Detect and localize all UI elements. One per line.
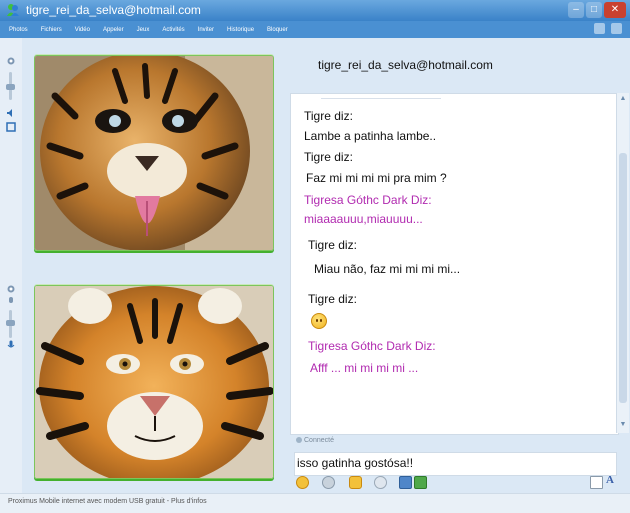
message-sender: Tigre diz: xyxy=(308,238,357,252)
message-text: miaaaauuu,miauuuu... xyxy=(304,212,423,226)
maximize-button[interactable]: □ xyxy=(586,2,602,18)
connection-status: Connecté xyxy=(296,437,334,444)
wink-picker-icon[interactable] xyxy=(349,476,362,489)
ad-status-bar: Proximus Mobile internet avec modem USB … xyxy=(0,493,630,513)
window-title: tigre_rei_da_selva@hotmail.com xyxy=(26,3,201,17)
message-sender: Tigre diz: xyxy=(304,150,353,164)
volume-knob-top[interactable] xyxy=(6,84,15,90)
connection-status-label: Connecté xyxy=(304,437,334,444)
menu-photos[interactable]: Photos xyxy=(9,27,28,33)
menu-activities[interactable]: Activités xyxy=(162,27,184,33)
scroll-thumb[interactable] xyxy=(619,153,627,403)
voice-clip-icon[interactable] xyxy=(322,476,335,489)
scroll-up-icon[interactable]: ▲ xyxy=(619,95,627,103)
conversation-history: Tigre diz: Lambe a patinha lambe.. Tigre… xyxy=(290,93,619,435)
title-bar: tigre_rei_da_selva@hotmail.com – □ ✕ xyxy=(0,0,630,21)
connected-icon xyxy=(296,437,302,444)
message-text: Miau não, faz mi mi mi mi... xyxy=(314,262,461,276)
smile-emoticon xyxy=(311,313,327,329)
close-button[interactable]: ✕ xyxy=(604,2,626,18)
message-input-text: isso gatinha gostósa!! xyxy=(297,456,414,470)
message-sender: Tigre diz: xyxy=(308,292,357,306)
speaker-icon[interactable] xyxy=(6,108,16,118)
message-text: Afff ... mi mi mi mi ... xyxy=(310,361,419,375)
scroll-down-icon[interactable]: ▼ xyxy=(619,421,627,429)
menu-call[interactable]: Appeler xyxy=(103,27,124,33)
font-icon[interactable]: A xyxy=(606,474,614,486)
volume-knob-bottom[interactable] xyxy=(6,320,15,326)
microphone-icon[interactable] xyxy=(6,340,16,350)
message-text: Faz mi mi mi mi pra mim ? xyxy=(306,171,447,185)
menu-history[interactable]: Historique xyxy=(227,27,254,33)
message-sender: Tigresa Góthc Dark Diz: xyxy=(304,193,432,207)
ad-link[interactable]: Proximus Mobile internet avec modem USB … xyxy=(8,498,207,505)
minimize-button[interactable]: – xyxy=(568,2,584,18)
conversation-scrollbar[interactable]: ▲ ▼ xyxy=(616,93,629,433)
settings-icon[interactable] xyxy=(611,23,622,34)
menu-invite[interactable]: Inviter xyxy=(198,27,214,33)
messenger-window: tigre_rei_da_selva@hotmail.com – □ ✕ Pho… xyxy=(0,0,630,513)
webcam-icon-bottom[interactable] xyxy=(6,284,16,294)
formatting-toolbar: A xyxy=(294,474,624,489)
own-display-picture[interactable] xyxy=(34,285,274,479)
handwriting-icon[interactable] xyxy=(590,476,603,489)
menu-block[interactable]: Bloquer xyxy=(267,27,288,33)
nudge-icon[interactable] xyxy=(374,476,387,489)
tiger-tongue-image xyxy=(35,56,273,250)
menu-bar: Photos Fichiers Vidéo Appeler Jeux Activ… xyxy=(0,21,630,38)
message-sender: Tigre diz: xyxy=(304,109,353,123)
microphone-settings-icon[interactable] xyxy=(6,296,16,306)
expand-icon[interactable] xyxy=(6,122,16,132)
message-text: Lambe a patinha lambe.. xyxy=(304,129,437,143)
message-sender: Tigresa Góthc Dark Diz: xyxy=(308,339,436,353)
tiger-face-image xyxy=(35,286,273,478)
background-picker-icon[interactable] xyxy=(399,476,412,489)
menu-games[interactable]: Jeux xyxy=(137,27,150,33)
display-options-icon[interactable] xyxy=(594,23,605,34)
games-icon[interactable] xyxy=(414,476,427,489)
contact-email-header: tigre_rei_da_selva@hotmail.com xyxy=(318,58,493,72)
emoticon-picker-icon[interactable] xyxy=(296,476,309,489)
messenger-buddy-icon xyxy=(7,4,19,16)
contact-display-picture[interactable] xyxy=(34,55,274,251)
history-divider xyxy=(321,94,441,99)
webcam-icon[interactable] xyxy=(6,56,16,66)
menu-video[interactable]: Vidéo xyxy=(75,27,90,33)
message-input[interactable]: isso gatinha gostósa!! xyxy=(294,452,617,476)
video-controls-strip xyxy=(0,38,22,493)
menu-files[interactable]: Fichiers xyxy=(41,27,62,33)
